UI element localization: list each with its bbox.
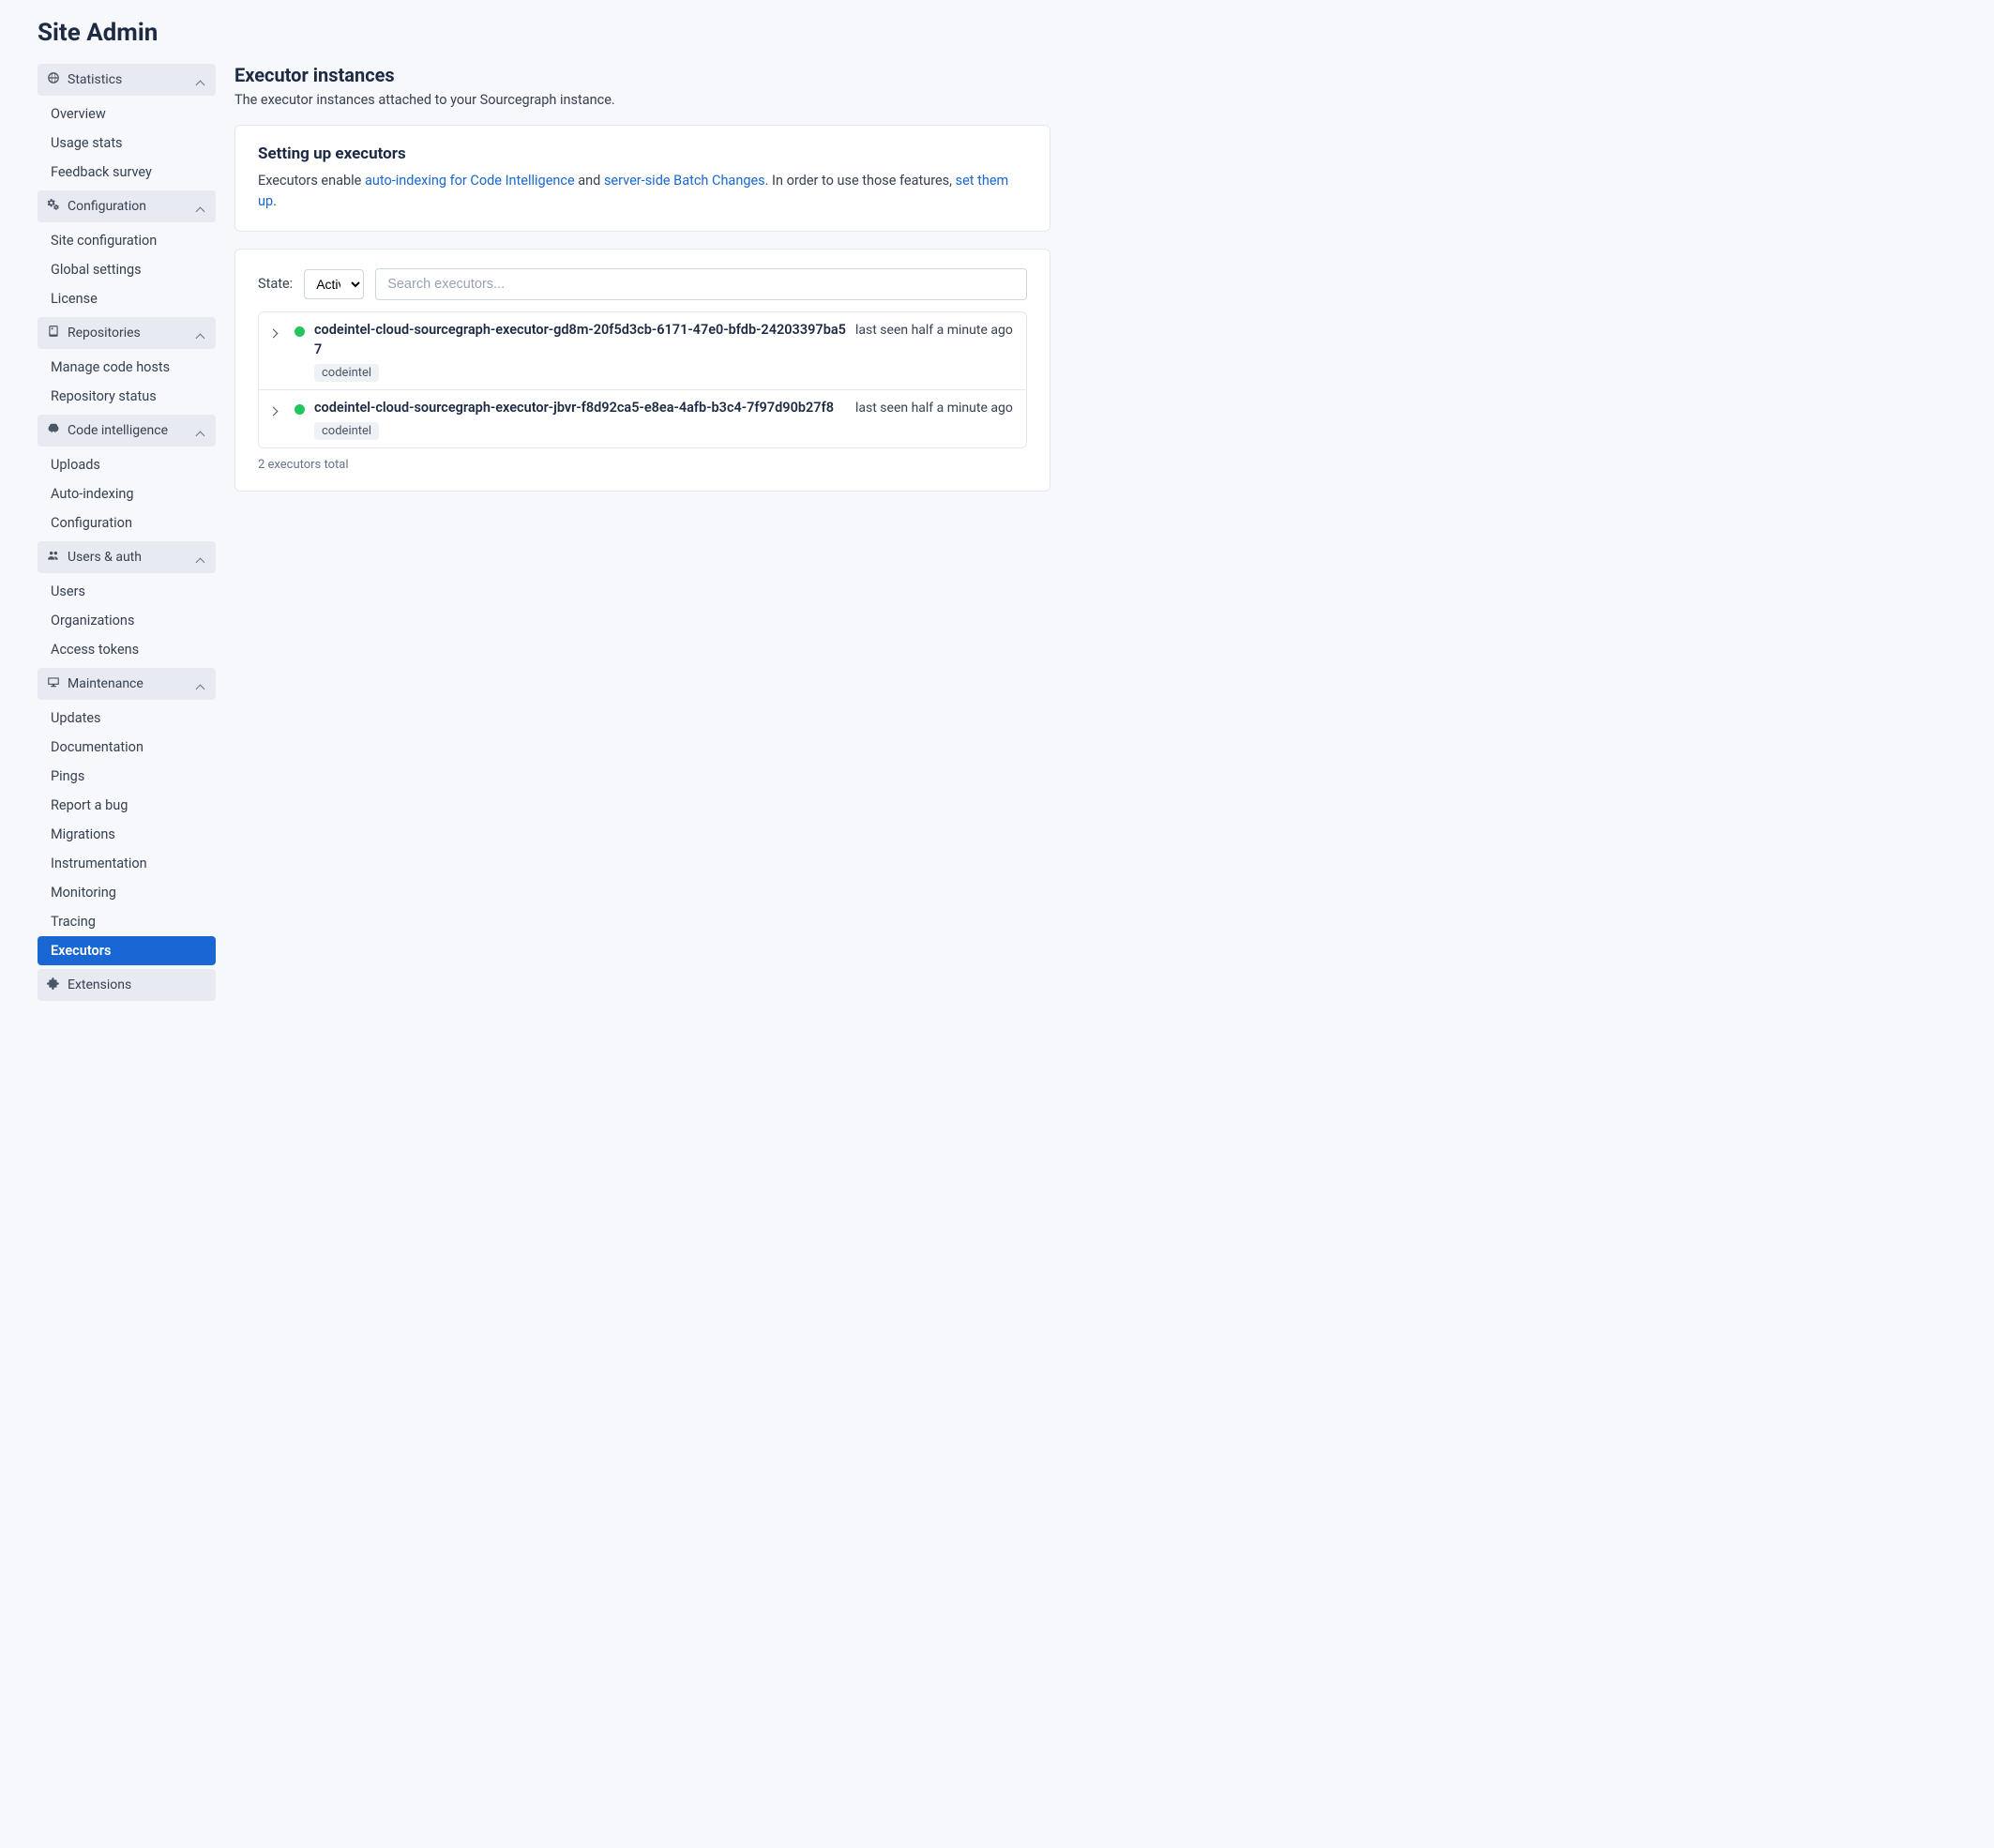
users-icon [47,549,60,566]
executor-row: codeintel-cloud-sourcegraph-executor-jbv… [259,390,1026,447]
sidebar: Statistics Overview Usage stats Feedback… [38,64,216,1001]
sidebar-section-statistics[interactable]: Statistics [38,64,216,96]
executor-last-seen: last seen half a minute ago [855,398,1015,418]
setup-card-title: Setting up executors [258,144,1027,163]
gears-icon [47,198,60,215]
setup-text: . [273,193,277,209]
sidebar-section-configuration[interactable]: Configuration [38,190,216,222]
chevron-up-icon [197,426,206,435]
sidebar-item-feedback-survey[interactable]: Feedback survey [38,158,216,187]
sidebar-item-overview[interactable]: Overview [38,99,216,129]
sidebar-item-updates[interactable]: Updates [38,704,216,733]
sidebar-item-global-settings[interactable]: Global settings [38,255,216,284]
extension-icon [47,977,60,993]
executor-list: codeintel-cloud-sourcegraph-executor-gd8… [258,311,1027,448]
setup-text: Executors enable [258,173,365,189]
main-content: Executor instances The executor instance… [234,64,1050,508]
sidebar-item-pings[interactable]: Pings [38,762,216,791]
sidebar-section-label: Code intelligence [68,423,168,438]
sidebar-item-repository-status[interactable]: Repository status [38,382,216,411]
sidebar-item-access-tokens[interactable]: Access tokens [38,635,216,664]
chevron-up-icon [197,553,206,562]
sidebar-section-label: Maintenance [68,676,144,691]
chevron-up-icon [197,202,206,211]
setup-card-text: Executors enable auto-indexing for Code … [258,171,1027,212]
globe-icon [47,71,60,88]
chevron-up-icon [197,328,206,338]
sidebar-section-users-auth[interactable]: Users & auth [38,541,216,573]
state-select[interactable]: Active [304,269,364,299]
repo-icon [47,325,60,341]
sidebar-section-label: Statistics [68,72,122,87]
sidebar-item-ci-config[interactable]: Configuration [38,508,216,538]
executor-name: codeintel-cloud-sourcegraph-executor-jbv… [314,398,846,418]
sidebar-section-repositories[interactable]: Repositories [38,317,216,349]
sidebar-item-monitoring[interactable]: Monitoring [38,878,216,907]
chevron-right-icon[interactable] [270,326,285,341]
executor-tag: codeintel [314,422,379,440]
sidebar-item-usage-stats[interactable]: Usage stats [38,129,216,158]
sidebar-item-auto-indexing[interactable]: Auto-indexing [38,479,216,508]
page-title: Site Admin [38,19,1050,47]
executor-name: codeintel-cloud-sourcegraph-executor-gd8… [314,320,846,361]
executor-tag: codeintel [314,364,379,382]
sidebar-section-maintenance[interactable]: Maintenance [38,668,216,700]
sidebar-item-organizations[interactable]: Organizations [38,606,216,635]
content-subheading: The executor instances attached to your … [234,92,1050,108]
sidebar-item-migrations[interactable]: Migrations [38,820,216,849]
sidebar-section-label: Extensions [68,977,131,992]
brain-icon [47,422,60,439]
chevron-up-icon [197,679,206,689]
sidebar-item-uploads[interactable]: Uploads [38,450,216,479]
status-dot-active [295,404,305,415]
sidebar-item-manage-code-hosts[interactable]: Manage code hosts [38,353,216,382]
search-input[interactable] [375,268,1027,300]
sidebar-section-extensions[interactable]: Extensions [38,969,216,1001]
executor-row: codeintel-cloud-sourcegraph-executor-gd8… [259,312,1026,391]
link-batch-changes[interactable]: server-side Batch Changes [604,173,765,189]
sidebar-section-label: Users & auth [68,550,142,565]
chevron-right-icon[interactable] [270,403,285,418]
sidebar-item-license[interactable]: License [38,284,216,313]
executor-count: 2 executors total [258,458,1027,472]
sidebar-section-label: Repositories [68,326,141,341]
state-label: State: [258,276,293,292]
sidebar-item-executors[interactable]: Executors [38,936,216,965]
setup-text: and [575,173,604,189]
sidebar-section-label: Configuration [68,199,146,214]
sidebar-item-documentation[interactable]: Documentation [38,733,216,762]
setup-card: Setting up executors Executors enable au… [234,125,1050,232]
executors-card: State: Active codeintel-cloud-sourcegrap… [234,249,1050,492]
sidebar-item-report-bug[interactable]: Report a bug [38,791,216,820]
chevron-up-icon [197,75,206,84]
sidebar-item-users[interactable]: Users [38,577,216,606]
status-dot-active [295,326,305,337]
sidebar-item-instrumentation[interactable]: Instrumentation [38,849,216,878]
setup-text: . In order to use those features, [765,173,956,189]
content-heading: Executor instances [234,64,1050,86]
sidebar-item-site-configuration[interactable]: Site configuration [38,226,216,255]
sidebar-section-code-intelligence[interactable]: Code intelligence [38,415,216,447]
link-auto-indexing[interactable]: auto-indexing for Code Intelligence [365,173,575,189]
monitor-icon [47,675,60,692]
executor-last-seen: last seen half a minute ago [855,320,1015,341]
sidebar-item-tracing[interactable]: Tracing [38,907,216,936]
